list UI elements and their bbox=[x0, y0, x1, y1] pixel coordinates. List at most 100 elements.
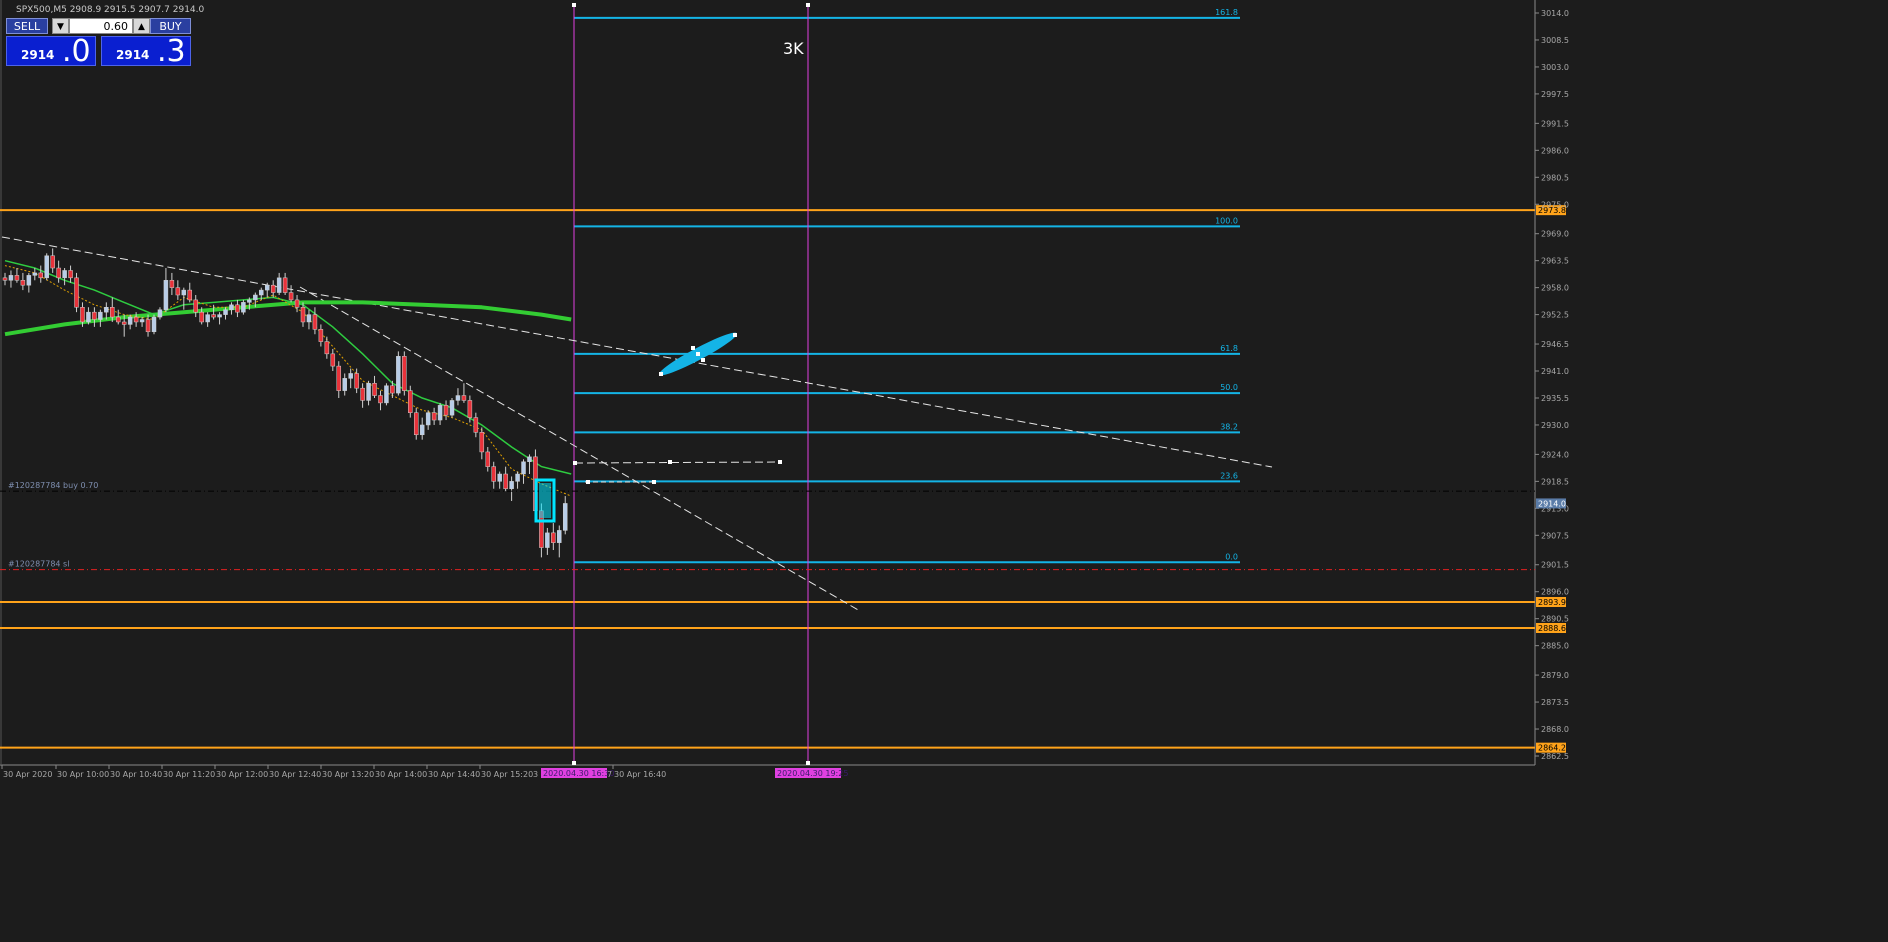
candle-body bbox=[443, 405, 449, 416]
x-tick-label-partial: 3 bbox=[533, 770, 538, 779]
sell-price-main: 2914 bbox=[21, 48, 55, 62]
candle-body bbox=[133, 316, 139, 323]
candle-body bbox=[521, 461, 526, 475]
candle-body bbox=[354, 373, 359, 389]
candle-body bbox=[300, 307, 306, 323]
candle-body bbox=[551, 532, 556, 543]
y-tick-label: 2873.5 bbox=[1541, 698, 1569, 707]
y-tick-label: 3014.0 bbox=[1541, 9, 1569, 18]
candle-body bbox=[419, 424, 425, 436]
x-tick-label-lead: 7 bbox=[607, 770, 612, 779]
y-tick-label: 2890.5 bbox=[1541, 615, 1569, 624]
candle-body bbox=[74, 277, 79, 308]
vertical-line-handle-top bbox=[806, 3, 810, 7]
candle-body bbox=[431, 412, 437, 421]
y-tick-label: 2885.0 bbox=[1541, 642, 1569, 651]
candle-body bbox=[32, 272, 38, 276]
candle-body bbox=[270, 284, 276, 293]
x-tick-label: 30 Apr 11:20 bbox=[163, 770, 215, 779]
candle-body bbox=[38, 272, 44, 279]
candle-body bbox=[479, 432, 485, 453]
x-tick-label: 30 Apr 14:00 bbox=[375, 770, 427, 779]
fib-level-label: 38.2 bbox=[1220, 422, 1238, 431]
candle-body bbox=[306, 314, 312, 323]
candle-body bbox=[223, 309, 228, 315]
x-tick-label: 30 Apr 2020 bbox=[3, 770, 52, 779]
candle-body bbox=[157, 309, 163, 318]
lot-decrease-button[interactable]: ▼ bbox=[52, 18, 69, 34]
trendline-handle bbox=[668, 460, 672, 464]
lot-size-input[interactable]: 0.60 bbox=[69, 18, 133, 34]
candle-body bbox=[98, 311, 103, 320]
candle-body bbox=[235, 304, 240, 313]
trendline-handle bbox=[586, 480, 590, 484]
candle-body bbox=[425, 412, 431, 426]
chart-background bbox=[0, 0, 1888, 942]
current-price-label: 2914.0 bbox=[1538, 499, 1566, 508]
candle-body bbox=[384, 385, 389, 404]
y-tick-label: 2991.5 bbox=[1541, 119, 1569, 128]
x-tick-label: 30 Apr 10:40 bbox=[110, 770, 162, 779]
candle-body bbox=[14, 275, 20, 281]
candle-body bbox=[169, 280, 175, 288]
lot-increase-button[interactable]: ▲ bbox=[133, 18, 150, 34]
candle-body bbox=[515, 473, 520, 482]
candle-body bbox=[562, 503, 568, 531]
candle-body bbox=[259, 289, 264, 296]
y-tick-label: 2952.5 bbox=[1541, 311, 1569, 320]
y-tick-label: 3003.0 bbox=[1541, 63, 1569, 72]
candle-body bbox=[205, 314, 210, 323]
horizontal-level-label: 2893.9 bbox=[1538, 598, 1566, 607]
candle-body bbox=[276, 277, 282, 293]
candle-body bbox=[366, 383, 371, 401]
y-tick-label: 2901.5 bbox=[1541, 561, 1569, 570]
y-tick-label: 2941.0 bbox=[1541, 367, 1569, 376]
candle-body bbox=[390, 385, 395, 394]
candle-body bbox=[247, 299, 252, 303]
candle-body bbox=[324, 341, 330, 355]
vertical-line-label: 2020.04.30 19:25 bbox=[777, 769, 848, 778]
cyan-rectangle-fill bbox=[539, 483, 551, 518]
candle-body bbox=[121, 321, 127, 325]
x-tick-label: 30 Apr 12:00 bbox=[216, 770, 268, 779]
vertical-line-handle-bottom bbox=[572, 761, 576, 765]
y-tick-label: 2879.0 bbox=[1541, 671, 1569, 680]
candle-body bbox=[497, 473, 502, 482]
ellipse-handle bbox=[701, 358, 705, 362]
buy-button[interactable]: BUY bbox=[150, 18, 191, 34]
buy-price-box[interactable]: 2914 .3 bbox=[101, 36, 191, 67]
candle-body bbox=[26, 275, 32, 286]
candle-body bbox=[467, 400, 473, 418]
candle-body bbox=[2, 277, 8, 281]
candle-body bbox=[56, 267, 61, 279]
candle-body bbox=[449, 400, 455, 416]
y-tick-label: 2980.5 bbox=[1541, 173, 1569, 182]
candle-body bbox=[288, 292, 294, 301]
x-tick-label: 30 Apr 16:40 bbox=[614, 770, 666, 779]
trendline-handle bbox=[652, 480, 656, 484]
y-tick-label: 2997.5 bbox=[1541, 90, 1569, 99]
candle-body bbox=[163, 280, 169, 310]
sell-button[interactable]: SELL bbox=[6, 18, 48, 34]
ellipse-handle bbox=[659, 372, 663, 376]
y-tick-label: 2958.0 bbox=[1541, 284, 1569, 293]
candle-body bbox=[330, 353, 336, 367]
order-line-label: #120287784 buy 0.70 bbox=[8, 481, 98, 490]
candle-body bbox=[139, 319, 145, 323]
candle-body bbox=[145, 319, 151, 333]
candle-body bbox=[318, 329, 324, 342]
y-tick-label: 2930.0 bbox=[1541, 421, 1569, 430]
sell-price-box[interactable]: 2914 .0 bbox=[6, 36, 96, 67]
candle-body bbox=[115, 316, 121, 323]
price-chart[interactable]: 2973.82893.92888.62864.2 161.8100.061.85… bbox=[0, 0, 1888, 942]
candle-body bbox=[80, 307, 85, 323]
candle-body bbox=[342, 378, 347, 391]
buy-price-main: 2914 bbox=[116, 48, 150, 62]
candle-body bbox=[402, 356, 407, 391]
y-tick-label: 2969.0 bbox=[1541, 230, 1569, 239]
candle-body bbox=[92, 311, 97, 320]
candle-body bbox=[151, 316, 157, 333]
candle-body bbox=[50, 255, 55, 269]
order-line-label: #120287784 sl bbox=[8, 560, 69, 569]
symbol-info: SPX500,M5 2908.9 2915.5 2907.7 2914.0 bbox=[16, 5, 205, 15]
